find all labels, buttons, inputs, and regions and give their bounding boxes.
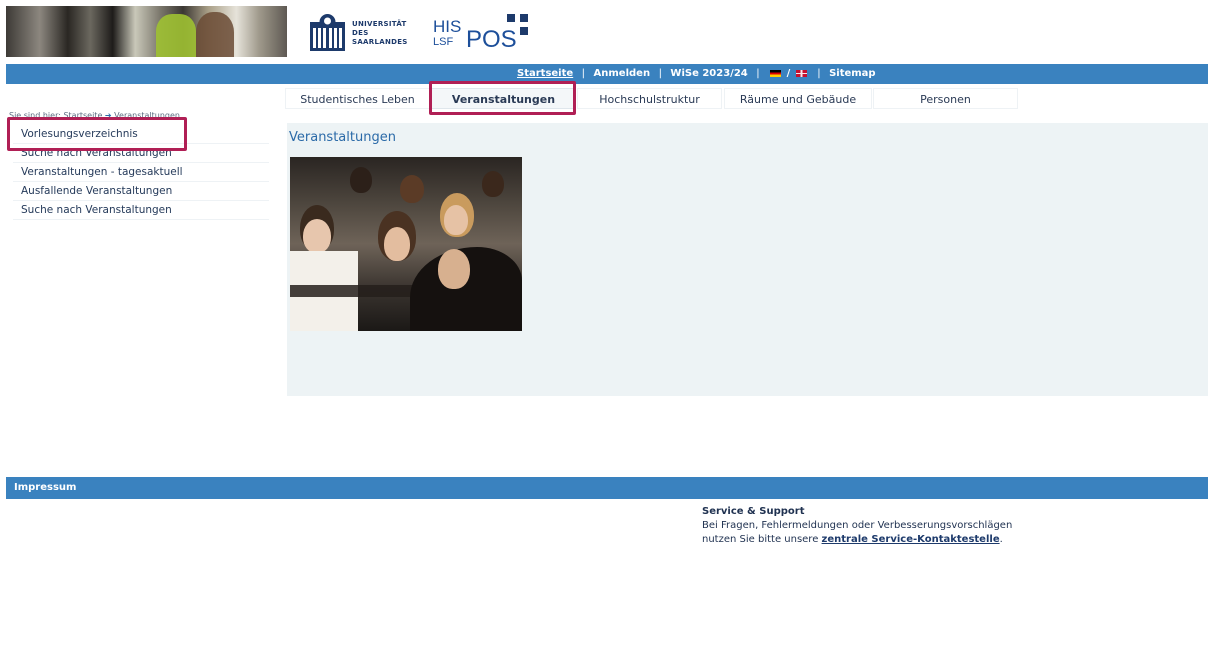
footer-bar: Impressum [6, 477, 1208, 499]
service-text-suffix: . [999, 534, 1003, 545]
header-photo [6, 6, 287, 57]
pos-square-icon [507, 14, 515, 22]
page-header: UNIVERSITÄT DES SAARLANDES HIS LSF POS [0, 0, 1208, 62]
tab-hochschulstruktur[interactable]: Hochschulstruktur [577, 88, 722, 109]
separator: | [581, 68, 586, 79]
separator: | [756, 68, 760, 79]
tab-studentisches-leben[interactable]: Studentisches Leben [285, 88, 430, 109]
main-content: Veranstaltungen [287, 123, 1208, 396]
pos-square-icon [520, 27, 528, 35]
separator: | [658, 68, 662, 79]
sitemap-link[interactable]: Sitemap [829, 68, 876, 79]
separator: | [817, 68, 821, 79]
impressum-link[interactable]: Impressum [14, 482, 76, 493]
service-contact-link[interactable]: zentrale Service-Kontaktestelle [822, 534, 1000, 545]
lecture-hall-photo [290, 157, 522, 331]
tab-personen[interactable]: Personen [873, 88, 1018, 109]
service-title: Service & Support [702, 506, 805, 517]
university-name: UNIVERSITÄT DES SAARLANDES [352, 20, 408, 46]
top-navigation-bar: Startseite | Anmelden | WiSe 2023/24 | /… [6, 64, 1208, 84]
german-flag-icon[interactable] [770, 69, 782, 77]
sidebar-item-suche-nach-veranstaltungen-2[interactable]: Suche nach Veranstaltungen [13, 201, 269, 220]
highlight-box-sidebar [7, 117, 187, 151]
university-logo-icon[interactable] [310, 14, 345, 51]
service-text-prefix: nutzen Sie bitte unsere [702, 534, 819, 545]
pos-square-icon [520, 14, 528, 22]
english-flag-icon[interactable] [795, 69, 807, 77]
semester-label[interactable]: WiSe 2023/24 [670, 68, 747, 79]
sidebar-item-veranstaltungen-tagesaktuell[interactable]: Veranstaltungen - tagesaktuell [13, 163, 269, 182]
service-text-line1: Bei Fragen, Fehlermeldungen oder Verbess… [702, 520, 1013, 531]
tab-raeume-und-gebaeude[interactable]: Räume und Gebäude [724, 88, 872, 109]
startseite-link[interactable]: Startseite [517, 68, 573, 79]
content-title: Veranstaltungen [289, 130, 396, 145]
service-text-line2: nutzen Sie bitte unsere zentrale Service… [702, 533, 1012, 547]
highlight-box-tab [429, 81, 576, 115]
anmelden-link[interactable]: Anmelden [594, 68, 651, 79]
flag-slash: / [786, 68, 791, 79]
service-support: Service & Support Bei Fragen, Fehlermeld… [702, 505, 1012, 547]
sidebar-item-ausfallende-veranstaltungen[interactable]: Ausfallende Veranstaltungen [13, 182, 269, 201]
